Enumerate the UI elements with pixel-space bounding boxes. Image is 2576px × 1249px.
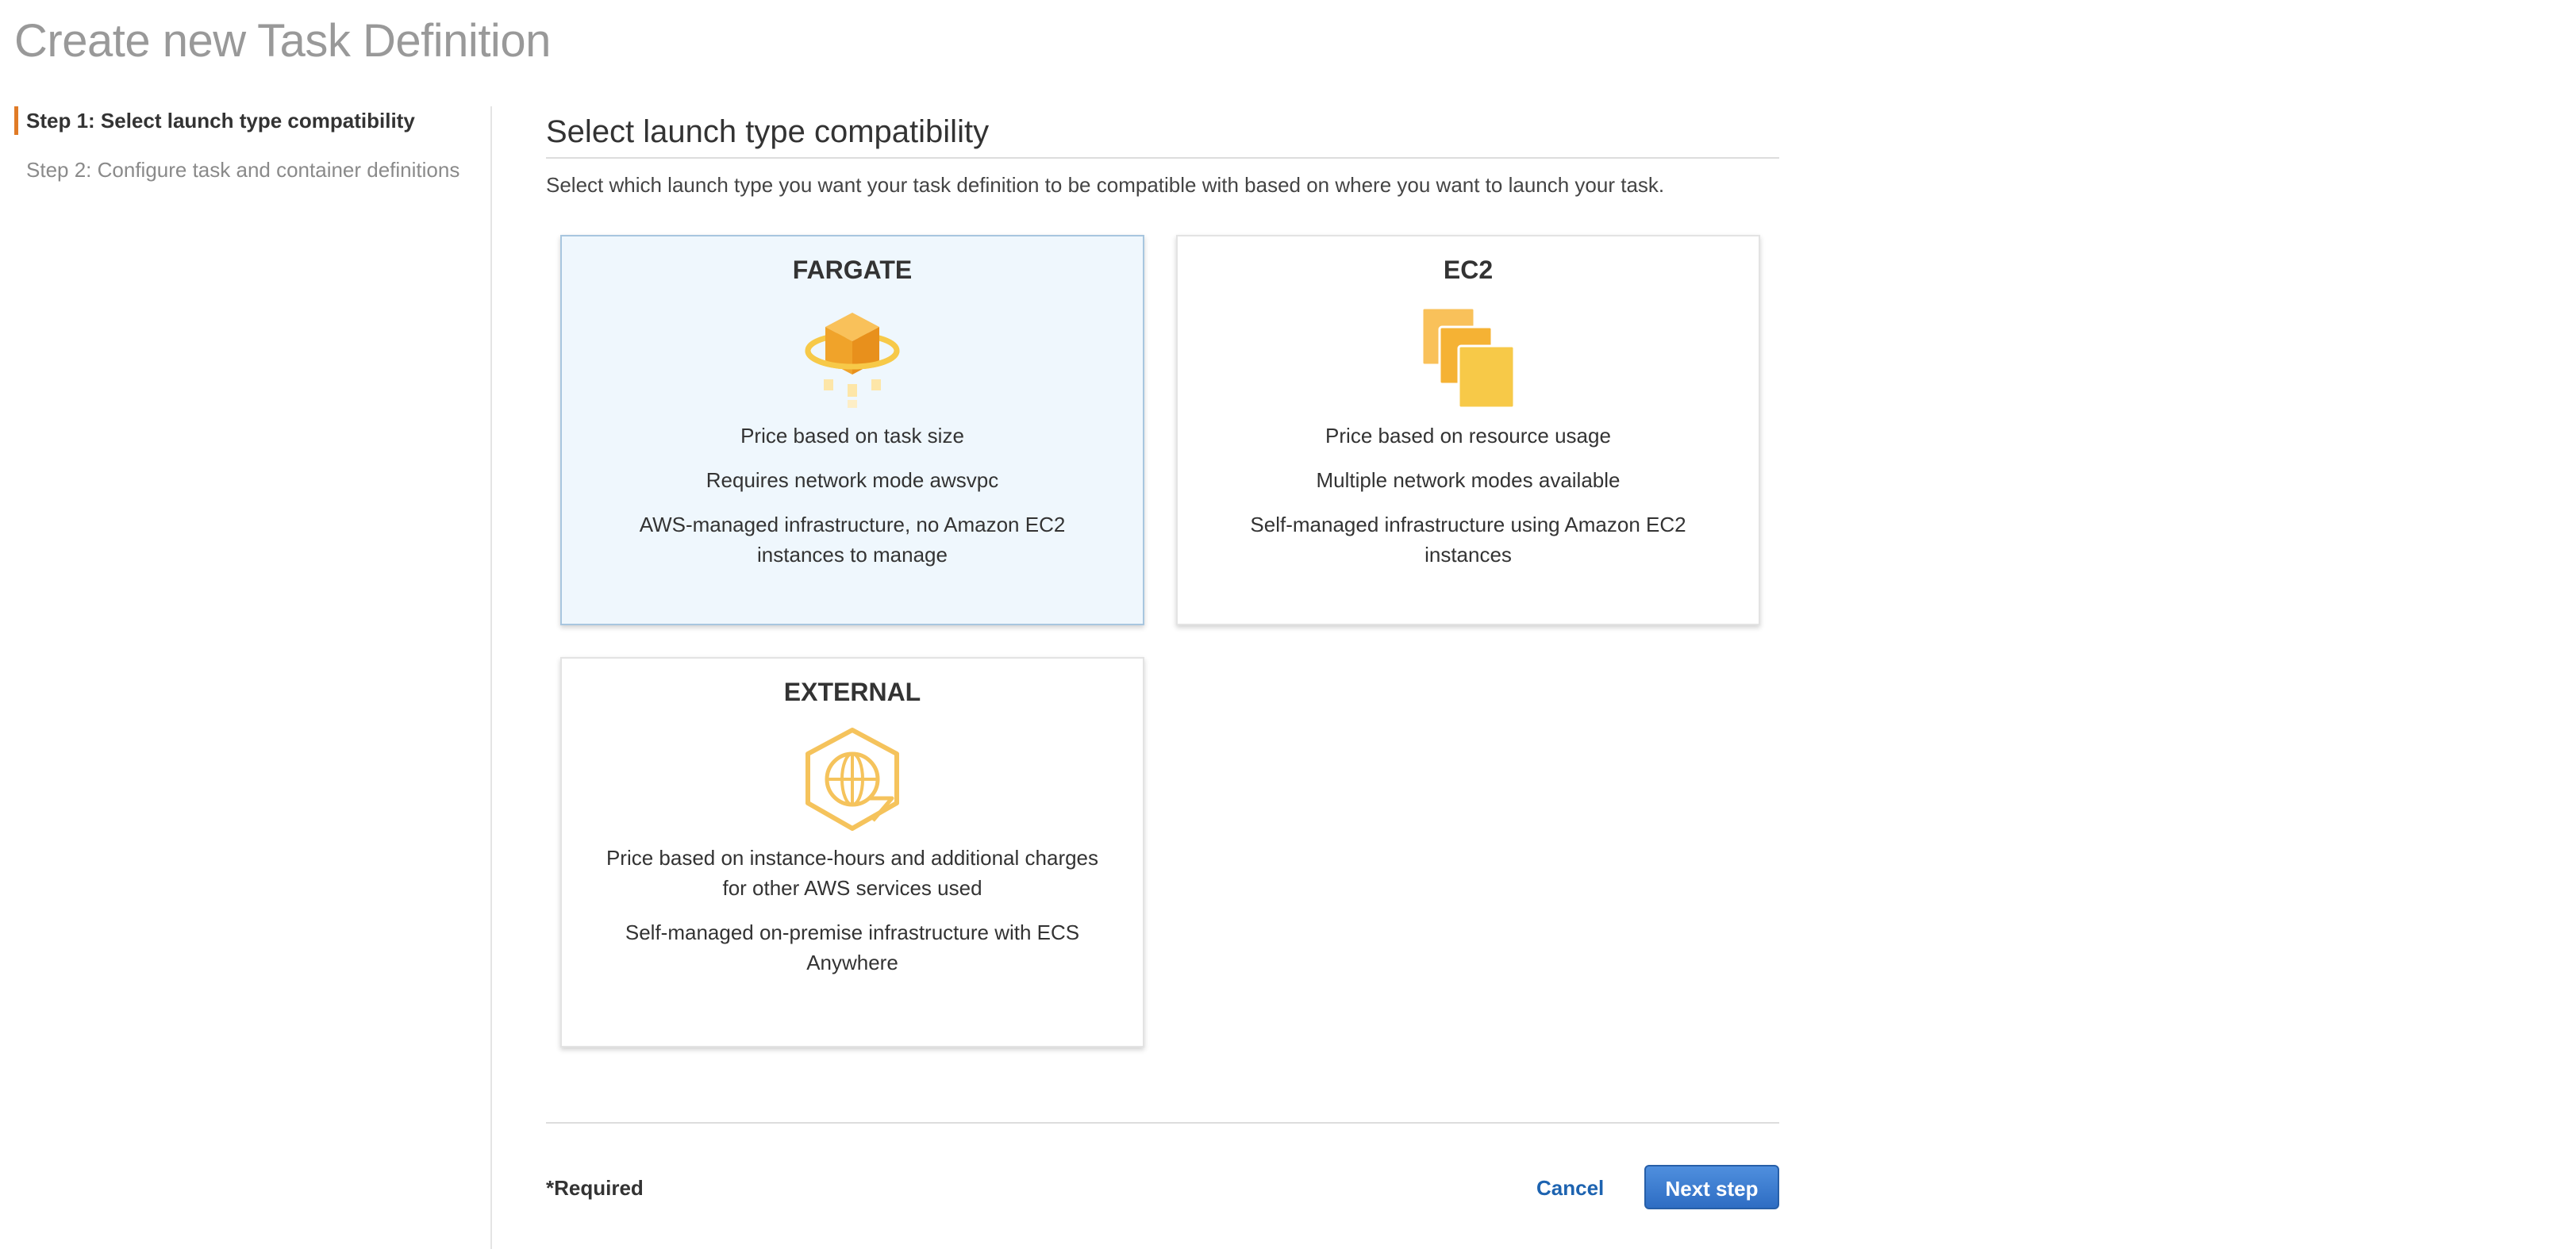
sidebar-step-2[interactable]: Step 2: Configure task and container def… bbox=[14, 156, 459, 184]
sidebar-step-1[interactable]: Step 1: Select launch type compatibility bbox=[14, 106, 415, 135]
card-feature-line: Price based on instance-hours and additi… bbox=[606, 846, 1099, 900]
card-feature-line: Multiple network modes available bbox=[1316, 468, 1621, 492]
launch-type-card-ec2[interactable]: EC2 Price based on resource usage Multip… bbox=[1176, 235, 1760, 625]
required-note: *Required bbox=[546, 1176, 644, 1200]
fargate-cube-icon bbox=[805, 313, 900, 408]
footer-divider bbox=[546, 1122, 1779, 1124]
section-title: Select launch type compatibility bbox=[546, 106, 1779, 159]
page-title: Create new Task Definition bbox=[14, 15, 551, 67]
launch-type-card-fargate[interactable]: FARGATE Price based on task size Require… bbox=[560, 235, 1144, 625]
next-step-button[interactable]: Next step bbox=[1644, 1165, 1779, 1209]
main-content: Select launch type compatibility Select … bbox=[546, 106, 1779, 1047]
cancel-button[interactable]: Cancel bbox=[1536, 1166, 1604, 1209]
card-title: EXTERNAL bbox=[783, 678, 921, 706]
card-title: EC2 bbox=[1443, 256, 1494, 284]
launch-type-card-external[interactable]: EXTERNAL Price based on instance-hours a… bbox=[560, 657, 1144, 1047]
card-feature-line: Self-managed infrastructure using Amazon… bbox=[1250, 513, 1686, 567]
ecs-anywhere-globe-icon bbox=[805, 728, 899, 831]
card-feature-line: Self-managed on-premise infrastructure w… bbox=[625, 920, 1080, 974]
card-feature-line: Price based on resource usage bbox=[1325, 424, 1611, 448]
card-feature-line: AWS-managed infrastructure, no Amazon EC… bbox=[639, 513, 1066, 567]
card-feature-line: Requires network mode awsvpc bbox=[706, 468, 999, 492]
ec2-instances-icon bbox=[1421, 306, 1516, 409]
section-description: Select which launch type you want your t… bbox=[546, 173, 1665, 197]
card-feature-line: Price based on task size bbox=[740, 424, 964, 448]
wizard-steps-sidebar: Step 1: Select launch type compatibility… bbox=[14, 106, 492, 1249]
card-title: FARGATE bbox=[792, 256, 913, 284]
